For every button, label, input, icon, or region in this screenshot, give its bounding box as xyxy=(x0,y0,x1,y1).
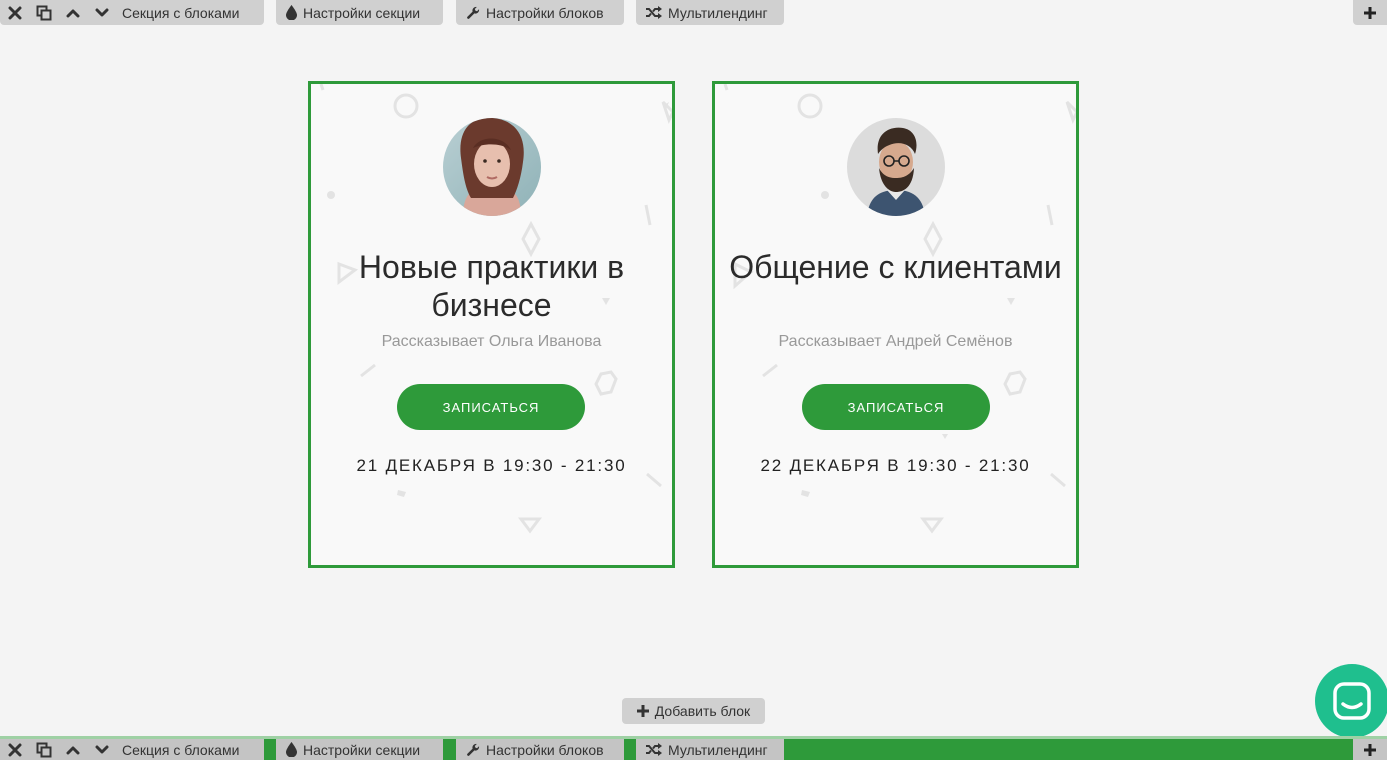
section-settings-button[interactable]: Настройки секции xyxy=(276,0,443,25)
section-settings-label: Настройки секции xyxy=(303,4,421,21)
section-settings-label: Настройки секции xyxy=(303,741,421,758)
section-controls: Секция с блоками xyxy=(0,739,264,760)
section-settings-button[interactable]: Настройки секции xyxy=(276,739,443,760)
section-label[interactable]: Секция с блоками xyxy=(116,739,253,760)
shuffle-icon xyxy=(646,743,662,756)
block-settings-label: Настройки блоков xyxy=(486,741,604,758)
event-card: Общение с клиентами Рассказывает Андрей … xyxy=(712,81,1079,568)
speaker-avatar xyxy=(443,118,541,216)
section-toolbar-top: Секция с блоками Настройки секции Настро… xyxy=(0,0,1387,25)
add-block-label: Добавить блок xyxy=(654,703,751,719)
event-date: 21 ДЕКАБРЯ В 19:30 - 21:30 xyxy=(356,456,627,475)
wrench-icon xyxy=(467,6,480,19)
drop-icon xyxy=(286,5,297,20)
event-card: Новые практики в бизнесе Рассказывает Ол… xyxy=(308,81,675,568)
signup-button[interactable]: ЗАПИСАТЬСЯ xyxy=(802,384,990,430)
add-section-plus-icon[interactable] xyxy=(1353,0,1387,25)
section-label[interactable]: Секция с блоками xyxy=(116,0,253,25)
chevron-up-icon[interactable] xyxy=(58,0,87,25)
event-title: Новые практики в бизнесе xyxy=(358,249,625,323)
duplicate-icon[interactable] xyxy=(29,0,58,25)
block-settings-button[interactable]: Настройки блоков xyxy=(456,739,624,760)
close-icon[interactable] xyxy=(0,739,29,760)
event-title: Общение с клиентами xyxy=(729,249,1062,285)
add-section-plus-icon[interactable] xyxy=(1353,739,1387,760)
shuffle-icon xyxy=(646,6,662,19)
event-speaker: Рассказывает Ольга Иванова xyxy=(381,333,602,350)
chat-icon xyxy=(1333,682,1371,720)
wrench-icon xyxy=(467,743,480,756)
add-block-button[interactable]: Добавить блок xyxy=(622,698,765,724)
section-toolbar-bottom: Секция с блоками Настройки секции Настро… xyxy=(0,736,1387,760)
section-controls: Секция с блоками xyxy=(0,0,264,25)
chevron-up-icon[interactable] xyxy=(58,739,87,760)
multilanding-label: Мультилендинг xyxy=(668,741,768,758)
signup-button[interactable]: ЗАПИСАТЬСЯ xyxy=(397,384,585,430)
plus-icon xyxy=(636,705,649,717)
multilanding-button[interactable]: Мультилендинг xyxy=(636,739,784,760)
multilanding-label: Мультилендинг xyxy=(668,4,768,21)
drop-icon xyxy=(286,742,297,757)
speaker-avatar xyxy=(847,118,945,216)
multilanding-button[interactable]: Мультилендинг xyxy=(636,0,784,25)
chevron-down-icon[interactable] xyxy=(87,739,116,760)
block-settings-button[interactable]: Настройки блоков xyxy=(456,0,624,25)
chevron-down-icon[interactable] xyxy=(87,0,116,25)
event-speaker: Рассказывает Андрей Семёнов xyxy=(778,333,1013,350)
duplicate-icon[interactable] xyxy=(29,739,58,760)
block-settings-label: Настройки блоков xyxy=(486,4,604,21)
event-date: 22 ДЕКАБРЯ В 19:30 - 21:30 xyxy=(760,456,1031,475)
chat-widget-button[interactable] xyxy=(1315,664,1387,738)
close-icon[interactable] xyxy=(0,0,29,25)
